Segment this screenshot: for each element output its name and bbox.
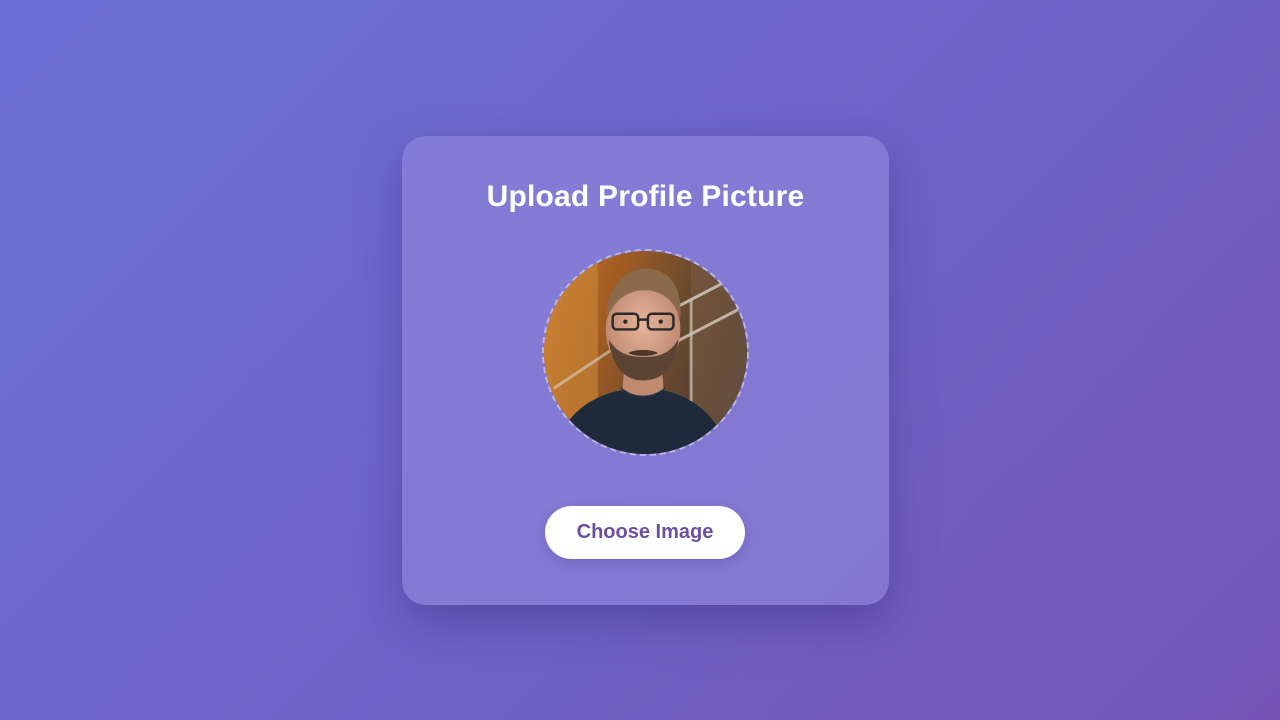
profile-picture-preview[interactable] — [542, 249, 749, 456]
choose-image-button[interactable]: Choose Image — [545, 506, 745, 559]
card-title: Upload Profile Picture — [486, 180, 805, 213]
upload-card: Upload Profile Picture Choose Image — [402, 136, 889, 605]
avatar — [544, 251, 747, 454]
